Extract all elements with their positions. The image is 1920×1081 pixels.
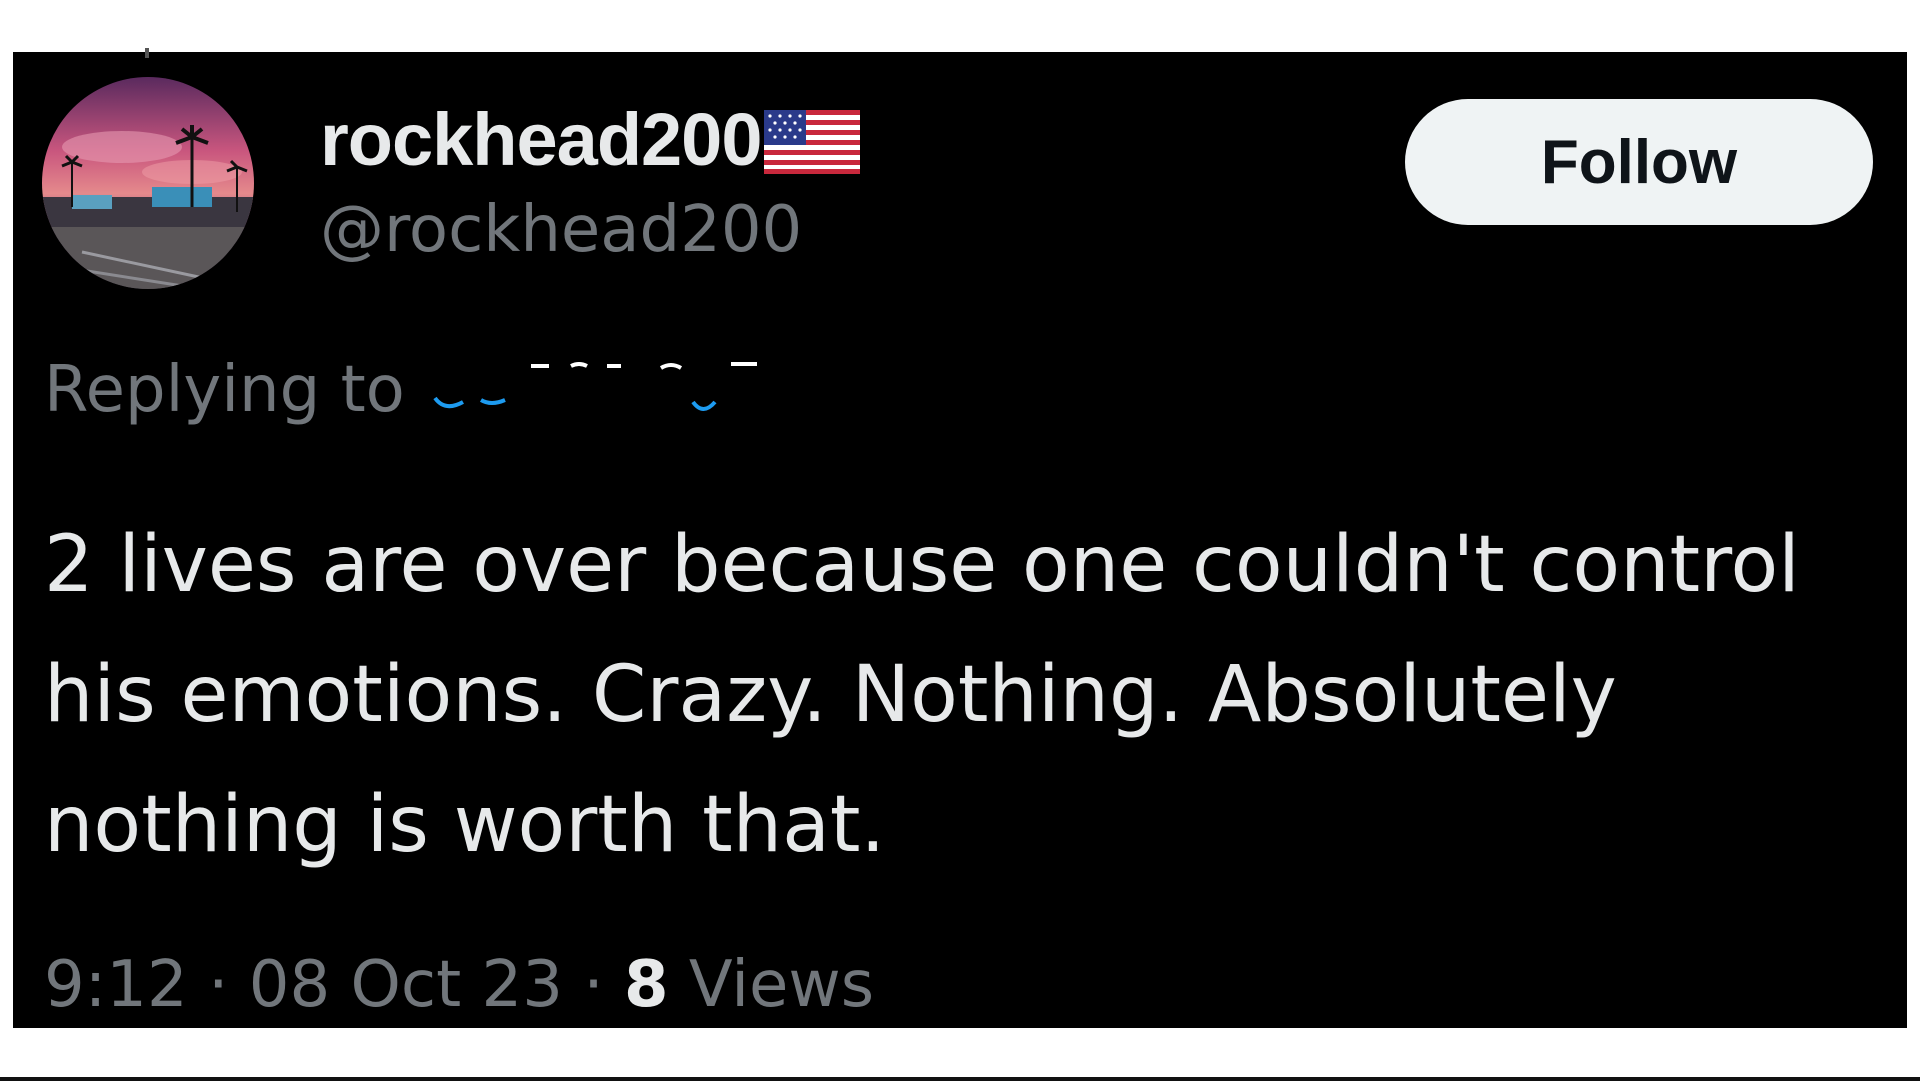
tweet-date[interactable]: 08 Oct 23 — [249, 948, 563, 1022]
avatar[interactable] — [42, 77, 254, 289]
meta-separator: · — [583, 948, 604, 1022]
divider — [0, 1077, 1920, 1081]
replying-to: Replying to — [44, 350, 771, 430]
tweet-text: 2 lives are over because one couldn't co… — [44, 520, 1800, 870]
views-label: Views — [688, 948, 875, 1022]
crop-artifact — [145, 48, 149, 58]
follow-button[interactable]: Follow — [1405, 99, 1873, 225]
sunset-palm-avatar-icon — [42, 77, 254, 289]
meta-separator: · — [208, 948, 229, 1022]
user-handle[interactable]: @rockhead200 — [320, 192, 802, 268]
tweet-time[interactable]: 9:12 — [44, 948, 188, 1022]
redacted-handle-icon — [430, 358, 771, 422]
tweet-meta: 9:12 · 08 Oct 23 · 8 Views — [44, 945, 874, 1025]
replying-to-label: Replying to — [44, 353, 405, 427]
reply-target-link[interactable] — [430, 358, 771, 422]
display-name-text: rockhead200 — [320, 98, 762, 181]
views-count[interactable]: 8 — [624, 948, 669, 1022]
us-flag-icon — [763, 110, 860, 174]
display-name[interactable]: rockhead200 — [320, 100, 860, 180]
